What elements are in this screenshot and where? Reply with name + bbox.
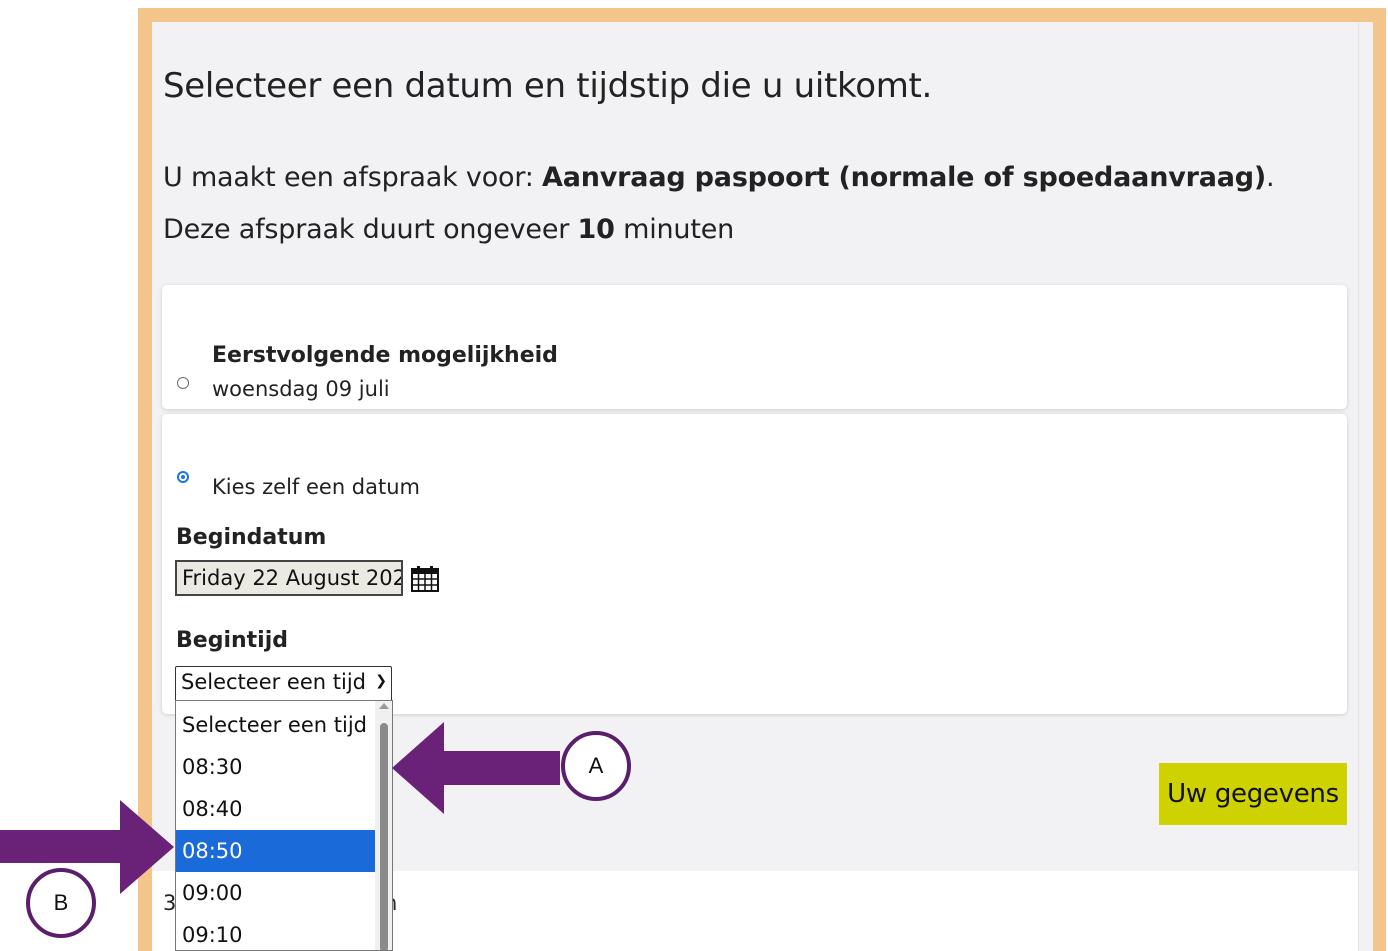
scroll-up-icon[interactable] [379,703,389,709]
start-time-label: Begintijd [176,628,288,653]
choose-date-option: Kies zelf een datum Begindatum Begintijd… [162,414,1347,714]
first-available-radio[interactable] [177,377,189,389]
time-option[interactable]: 08:30 [176,746,375,788]
time-dropdown-list[interactable]: Selecteer een tijd 08:30 08:40 08:50 09:… [175,700,393,951]
annotation-marker-a: A [561,731,631,801]
choose-date-label: Kies zelf een datum [212,475,421,499]
duration-suffix: minuten [614,214,735,245]
appointment-duration-line: Deze afspraak duurt ongeveer 10 minuten [163,204,1274,256]
next-button[interactable]: Uw gegevens [1159,763,1347,825]
duration-value: 10 [577,214,615,245]
start-date-input[interactable] [175,560,403,596]
chevron-down-icon: ❯ [375,673,387,689]
dropdown-scroll-thumb[interactable] [380,723,388,950]
start-date-label: Begindatum [176,525,327,550]
start-time-select[interactable]: Selecteer een tijd ❯ [175,666,392,702]
annotation-marker-b: B [26,868,96,938]
time-option[interactable]: 08:40 [176,788,375,830]
time-option[interactable]: Selecteer een tijd [176,704,375,746]
service-suffix: . [1266,162,1275,193]
duration-prefix: Deze afspraak duurt ongeveer [163,214,578,245]
intro-text: U maakt een afspraak voor: Aanvraag pasp… [163,152,1275,256]
first-available-option[interactable]: Eerstvolgende mogelijkheid woensdag 09 j… [162,285,1347,409]
calendar-icon[interactable] [411,566,439,592]
time-option[interactable]: 09:10 [176,914,375,950]
page-scrollbar[interactable] [1358,22,1373,951]
service-name: Aanvraag paspoort (normale of spoedaanvr… [542,162,1267,193]
appointment-service-line: U maakt een afspraak voor: Aanvraag pasp… [163,152,1275,204]
first-available-date: woensdag 09 juli [212,377,390,401]
choose-date-radio[interactable] [177,471,189,483]
time-option-highlighted[interactable]: 08:50 [176,830,375,872]
annotation-arrow-a [392,722,560,814]
first-available-title: Eerstvolgende mogelijkheid [212,343,558,368]
time-option[interactable]: 09:00 [176,872,375,914]
service-prefix: U maakt een afspraak voor: [163,162,543,193]
page-title: Selecteer een datum en tijdstip die u ui… [163,66,933,106]
dropdown-scrollbar[interactable] [375,701,392,950]
start-time-selected-value: Selecteer een tijd [181,670,366,694]
